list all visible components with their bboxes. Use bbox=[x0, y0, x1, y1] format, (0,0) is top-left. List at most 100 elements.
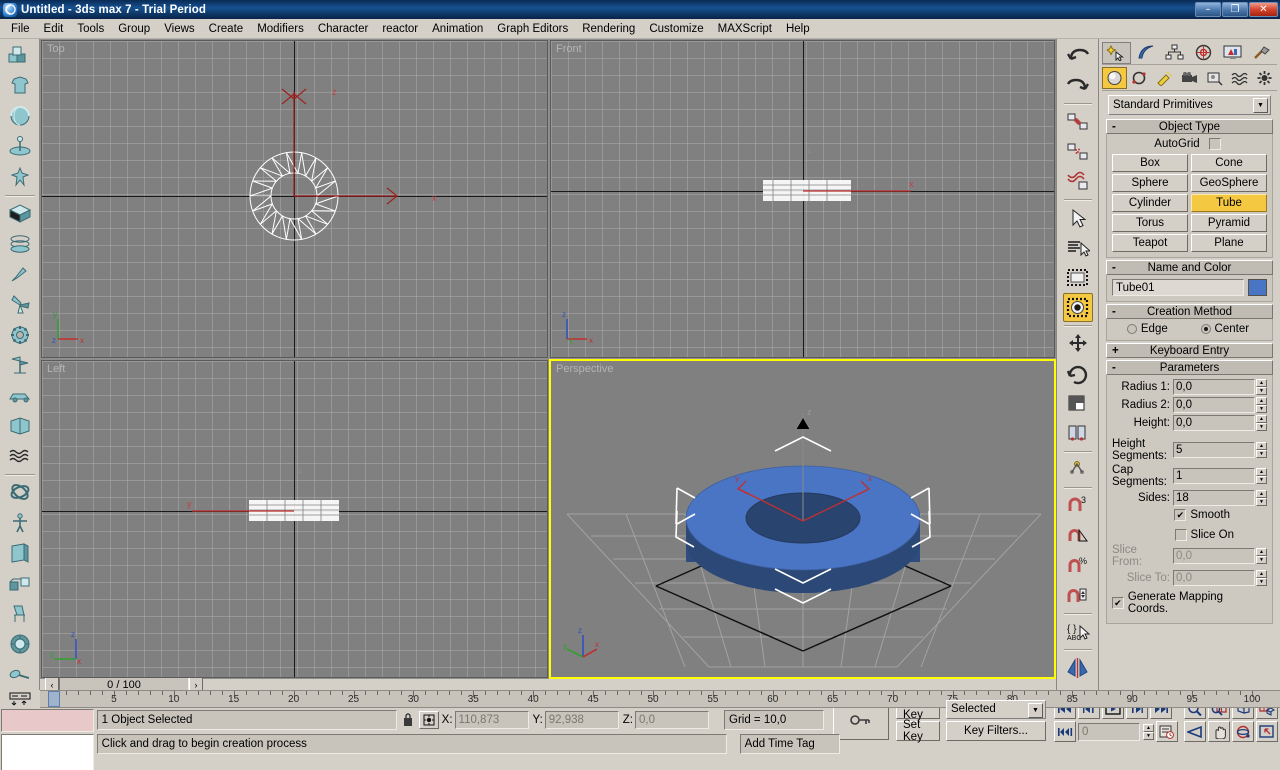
select-and-move-window-icon[interactable] bbox=[1062, 293, 1093, 322]
maxscript-mini-listener[interactable] bbox=[0, 708, 95, 770]
redo-icon[interactable] bbox=[1063, 71, 1093, 100]
menu-item-views[interactable]: Views bbox=[157, 21, 201, 37]
rollout-header-name-and-color[interactable]: - Name and Color bbox=[1106, 260, 1273, 275]
lipstick-icon[interactable] bbox=[4, 259, 36, 288]
smooth-checkbox[interactable]: ✔ bbox=[1174, 509, 1187, 521]
param-value-field[interactable]: 0,0 bbox=[1173, 397, 1255, 413]
param-value-field[interactable]: 0,0 bbox=[1173, 415, 1255, 431]
selection-lock-icon[interactable] bbox=[400, 713, 416, 727]
create-category-space-warps[interactable] bbox=[1227, 67, 1252, 89]
object-type-button-tube[interactable]: Tube bbox=[1191, 194, 1267, 212]
fan-icon[interactable] bbox=[4, 290, 36, 319]
menu-item-graph-editors[interactable]: Graph Editors bbox=[490, 21, 575, 37]
rollout-toggle-object-type[interactable]: - bbox=[1112, 121, 1116, 133]
command-panel-tab-motion[interactable] bbox=[1189, 42, 1218, 64]
create-category-systems[interactable] bbox=[1252, 67, 1277, 89]
command-panel-tab-hierarchy[interactable] bbox=[1160, 42, 1189, 64]
add-time-tag[interactable]: Add Time Tag bbox=[739, 734, 840, 754]
waves-icon[interactable] bbox=[4, 441, 36, 470]
rectangular-select-region-icon[interactable] bbox=[1063, 263, 1093, 292]
autogrid-checkbox[interactable] bbox=[1208, 138, 1221, 150]
angle-snap-icon[interactable] bbox=[1063, 521, 1093, 550]
snaps-toggle-icon[interactable]: 3 bbox=[1063, 491, 1093, 520]
absolute-relative-transform-icon[interactable] bbox=[418, 711, 439, 729]
smooth-row[interactable]: ✔ Smooth bbox=[1112, 509, 1267, 521]
rollout-header-object-type[interactable]: - Object Type bbox=[1106, 119, 1273, 134]
param-value-field[interactable]: 1 bbox=[1173, 468, 1255, 484]
select-link-icon[interactable] bbox=[1063, 107, 1093, 136]
biped-icon[interactable] bbox=[4, 162, 36, 191]
object-type-button-sphere[interactable]: Sphere bbox=[1112, 174, 1188, 192]
menu-item-animation[interactable]: Animation bbox=[425, 21, 490, 37]
select-and-move-icon[interactable] bbox=[1063, 329, 1093, 358]
coordinate-value-field[interactable]: 110,873 bbox=[454, 711, 529, 729]
primitive-category-combo[interactable]: Standard Primitives ▼ bbox=[1108, 95, 1271, 115]
creation-method-edge[interactable]: Edge bbox=[1126, 323, 1171, 335]
creation-method-center[interactable]: Center bbox=[1200, 323, 1253, 335]
viewport-front[interactable]: x z z y x Front bbox=[550, 40, 1055, 358]
rollout-toggle-name-and-color[interactable]: - bbox=[1112, 262, 1116, 274]
object-type-button-teapot[interactable]: Teapot bbox=[1112, 234, 1188, 252]
object-type-button-geosphere[interactable]: GeoSphere bbox=[1191, 174, 1267, 192]
gear-icon[interactable] bbox=[4, 320, 36, 349]
object-name-input[interactable]: Tube01 bbox=[1112, 279, 1244, 296]
open-mini-curve-editor-icon[interactable] bbox=[0, 690, 40, 708]
mirror-icon[interactable] bbox=[1063, 653, 1093, 682]
menu-item-group[interactable]: Group bbox=[111, 21, 157, 37]
spinner-snap-icon[interactable] bbox=[1063, 581, 1093, 610]
chevron-down-icon[interactable]: ▼ bbox=[1028, 702, 1043, 718]
object-type-button-pyramid[interactable]: Pyramid bbox=[1191, 214, 1267, 232]
param-value-field[interactable]: 0,0 bbox=[1173, 379, 1255, 395]
rollout-header-keyboard-entry[interactable]: + Keyboard Entry bbox=[1106, 343, 1273, 358]
create-category-lights[interactable] bbox=[1152, 67, 1177, 89]
timeline-ruler[interactable]: 0510152025303540455055606570758085909510… bbox=[40, 690, 1280, 708]
rollout-toggle-keyboard-entry[interactable]: + bbox=[1112, 345, 1119, 357]
object-type-button-cone[interactable]: Cone bbox=[1191, 154, 1267, 172]
reference-coordinate-icon[interactable] bbox=[1063, 419, 1093, 448]
menu-item-file[interactable]: File bbox=[4, 21, 37, 37]
command-panel-tab-display[interactable] bbox=[1218, 42, 1247, 64]
command-panel-tab-utilities[interactable] bbox=[1247, 42, 1276, 64]
param-value-field[interactable]: 5 bbox=[1173, 442, 1255, 458]
menu-item-modifiers[interactable]: Modifiers bbox=[250, 21, 311, 37]
create-category-helpers[interactable] bbox=[1202, 67, 1227, 89]
paint-icon[interactable] bbox=[4, 569, 36, 598]
car-icon[interactable] bbox=[4, 381, 36, 410]
menu-item-help[interactable]: Help bbox=[779, 21, 817, 37]
command-panel-tab-modify[interactable] bbox=[1131, 42, 1160, 64]
chevron-down-icon[interactable]: ▼ bbox=[1253, 98, 1268, 113]
shirt-icon[interactable] bbox=[4, 71, 36, 100]
menu-item-maxscript[interactable]: MAXScript bbox=[711, 21, 779, 37]
object-type-button-torus[interactable]: Torus bbox=[1112, 214, 1188, 232]
viewport-perspective[interactable]: z y x z y x Perspective bbox=[549, 359, 1056, 679]
book-icon[interactable] bbox=[4, 411, 36, 440]
slice-on-row[interactable]: Slice On bbox=[1112, 529, 1267, 541]
object-type-button-plane[interactable]: Plane bbox=[1191, 234, 1267, 252]
object-type-button-box[interactable]: Box bbox=[1112, 154, 1188, 172]
restore-button[interactable]: ❐ bbox=[1222, 2, 1248, 17]
listener-output-pane[interactable] bbox=[1, 709, 94, 732]
menu-item-tools[interactable]: Tools bbox=[70, 21, 111, 37]
boxes-icon[interactable] bbox=[4, 41, 36, 70]
menu-item-character[interactable]: Character bbox=[311, 21, 376, 37]
rollout-header-creation-method[interactable]: - Creation Method bbox=[1106, 304, 1273, 319]
coordinate-value-field[interactable]: 92,938 bbox=[544, 711, 619, 729]
spoon-icon[interactable] bbox=[4, 660, 36, 689]
param-spinner[interactable]: ▲ ▼ bbox=[1256, 442, 1267, 458]
checker-box-icon[interactable] bbox=[4, 199, 36, 228]
menu-item-customize[interactable]: Customize bbox=[642, 21, 710, 37]
viewport-left[interactable]: y z z y x Left bbox=[41, 360, 548, 678]
select-by-name-icon[interactable] bbox=[1063, 233, 1093, 262]
coil-icon[interactable] bbox=[4, 229, 36, 258]
percent-snap-icon[interactable]: % bbox=[1063, 551, 1093, 580]
param-value-field[interactable]: 0,0 bbox=[1173, 570, 1255, 586]
param-spinner[interactable]: ▲ ▼ bbox=[1256, 570, 1267, 586]
use-pivot-center-icon[interactable] bbox=[1063, 455, 1093, 484]
select-and-scale-icon[interactable] bbox=[1063, 389, 1093, 418]
select-and-rotate-icon[interactable] bbox=[1063, 359, 1093, 388]
key-filter-combo[interactable]: Selected ▼ bbox=[946, 699, 1046, 719]
named-selection-sets-icon[interactable]: { } ABC bbox=[1063, 617, 1093, 646]
param-spinner[interactable]: ▲ ▼ bbox=[1256, 379, 1267, 395]
listener-input-pane[interactable] bbox=[1, 734, 94, 770]
spinner-icon[interactable] bbox=[4, 132, 36, 161]
